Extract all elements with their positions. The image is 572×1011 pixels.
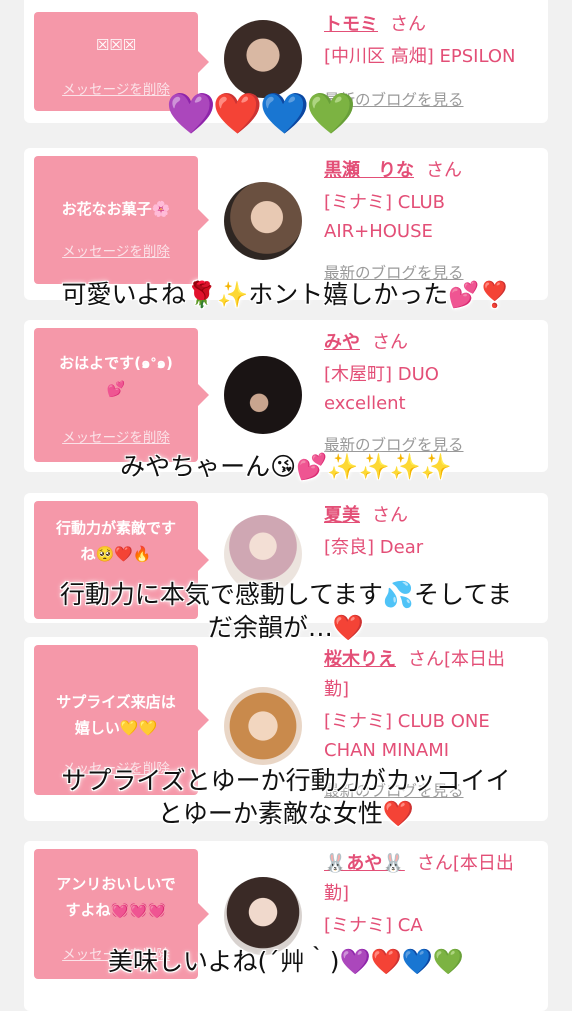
overlay-caption: 美味しいよね(´艸｀)💜❤️💙💚: [107, 947, 465, 976]
message-text-line: 💕: [106, 380, 126, 398]
delete-message-link[interactable]: メッセージを削除: [34, 240, 198, 260]
hearts-sticker: 💜❤️💙💚: [166, 91, 356, 137]
avatar[interactable]: [224, 356, 302, 434]
cast-info: 黒瀬 りな さん [ミナミ] CLUB AIR+HOUSE: [324, 156, 546, 246]
honorific: さん: [372, 505, 408, 526]
cast-info: 桜木りえ さん[本日出 勤] [ミナミ] CLUB ONE CHAN MINAMI: [324, 645, 546, 765]
avatar[interactable]: [224, 182, 302, 260]
message-text-line: ね🥺❤️🔥: [80, 545, 152, 563]
shop-address-line: CHAN MINAMI: [324, 740, 450, 761]
message-text-line: 行動力が素敵です: [55, 519, 176, 537]
message-text: 行動力が素敵です ね🥺❤️🔥: [40, 515, 192, 567]
message-text-line: サプライズ来店は: [56, 693, 176, 711]
message-bubble: おはよです(๑ᐤ๑) 💕 メッセージを削除: [34, 328, 209, 462]
message-bubble: お花なお菓子🌸 メッセージを削除: [34, 156, 209, 284]
avatar[interactable]: [224, 20, 302, 98]
honorific: さん: [390, 14, 426, 35]
message-text-line: おはよです(๑ᐤ๑): [59, 354, 173, 372]
cast-name-line: みや さん: [324, 328, 546, 358]
cast-name-line: トモミ さん: [324, 10, 546, 40]
honorific-cont: 勤]: [324, 883, 350, 904]
overlay-caption: サプライズとゆーか行動力がカッコイイ: [61, 766, 511, 795]
cast-name-link[interactable]: 🐰あや🐰: [324, 853, 405, 874]
cast-name-link[interactable]: 黒瀬 りな: [324, 160, 414, 181]
cast-name-line: 桜木りえ さん[本日出 勤]: [324, 645, 546, 705]
cast-info: みや さん [木屋町] DUO excellent: [324, 328, 546, 418]
cast-name-link[interactable]: 桜木りえ: [324, 649, 396, 670]
shop-address-line: excellent: [324, 393, 406, 414]
shop-address-line: AIR+HOUSE: [324, 221, 433, 242]
honorific: さん: [426, 160, 462, 181]
overlay-caption: 可愛いよね🌹✨ホント嬉しかった💕❣️: [61, 280, 511, 309]
cast-info: 🐰あや🐰 さん[本日出 勤] [ミナミ] CA: [324, 849, 546, 940]
message-text: ☒☒☒: [95, 36, 137, 54]
shop-address-line: [木屋町] DUO: [324, 364, 439, 385]
message-text: サプライズ来店は 嬉しい💛💛: [40, 689, 192, 741]
cast-name-link[interactable]: みや: [324, 332, 360, 353]
shop-address-line: [ミナミ] CLUB: [324, 192, 445, 213]
cast-name-line: 黒瀬 りな さん: [324, 156, 546, 186]
overlay-caption: 行動力に本気で感動してます💦そしてま: [59, 580, 513, 609]
avatar[interactable]: [224, 877, 302, 955]
message-text: アンリおいしいで すよね💓💓💓: [40, 871, 192, 923]
honorific-cont: 勤]: [324, 679, 350, 700]
cast-name-link[interactable]: 夏美: [324, 505, 360, 526]
message-text-line: アンリおいしいで: [56, 875, 176, 893]
cast-name-line: 夏美 さん: [324, 501, 546, 531]
message-text-line: 嬉しい💛💛: [74, 719, 158, 737]
message-text-line: すよね💓💓💓: [65, 901, 167, 919]
shop-address: [ミナミ] CA: [324, 915, 423, 936]
shop-address-line: [ミナミ] CLUB ONE: [324, 711, 490, 732]
shop-address: [ミナミ] CLUB ONE CHAN MINAMI: [324, 707, 546, 765]
cast-name-line: 🐰あや🐰 さん[本日出 勤]: [324, 849, 546, 909]
honorific: さん[本日出: [408, 649, 506, 670]
honorific: さん[本日出: [416, 853, 514, 874]
message-text: おはよです(๑ᐤ๑) 💕: [40, 350, 192, 402]
delete-message-link[interactable]: メッセージを削除: [34, 426, 198, 446]
overlay-caption: みやちゃーん😘💕✨✨✨✨: [120, 452, 452, 481]
overlay-caption: だ余韻が…❤️: [207, 613, 365, 642]
shop-address: [奈良] Dear: [324, 537, 424, 558]
cast-name-link[interactable]: トモミ: [324, 14, 378, 35]
message-card: アンリおいしいで すよね💓💓💓 メッセージを削除 🐰あや🐰 さん[本日出 勤] […: [24, 841, 548, 1011]
overlay-caption: とゆーか素敵な女性❤️: [157, 799, 415, 828]
shop-address: [木屋町] DUO excellent: [324, 360, 546, 418]
message-text: お花なお菓子🌸: [61, 200, 171, 218]
cast-info: トモミ さん [中川区 高畑] EPSILON: [324, 10, 546, 71]
shop-address: [中川区 高畑] EPSILON: [324, 46, 516, 67]
honorific: さん: [372, 332, 408, 353]
cast-info: 夏美 さん [奈良] Dear: [324, 501, 546, 562]
avatar[interactable]: [224, 687, 302, 765]
shop-address: [ミナミ] CLUB AIR+HOUSE: [324, 188, 546, 246]
